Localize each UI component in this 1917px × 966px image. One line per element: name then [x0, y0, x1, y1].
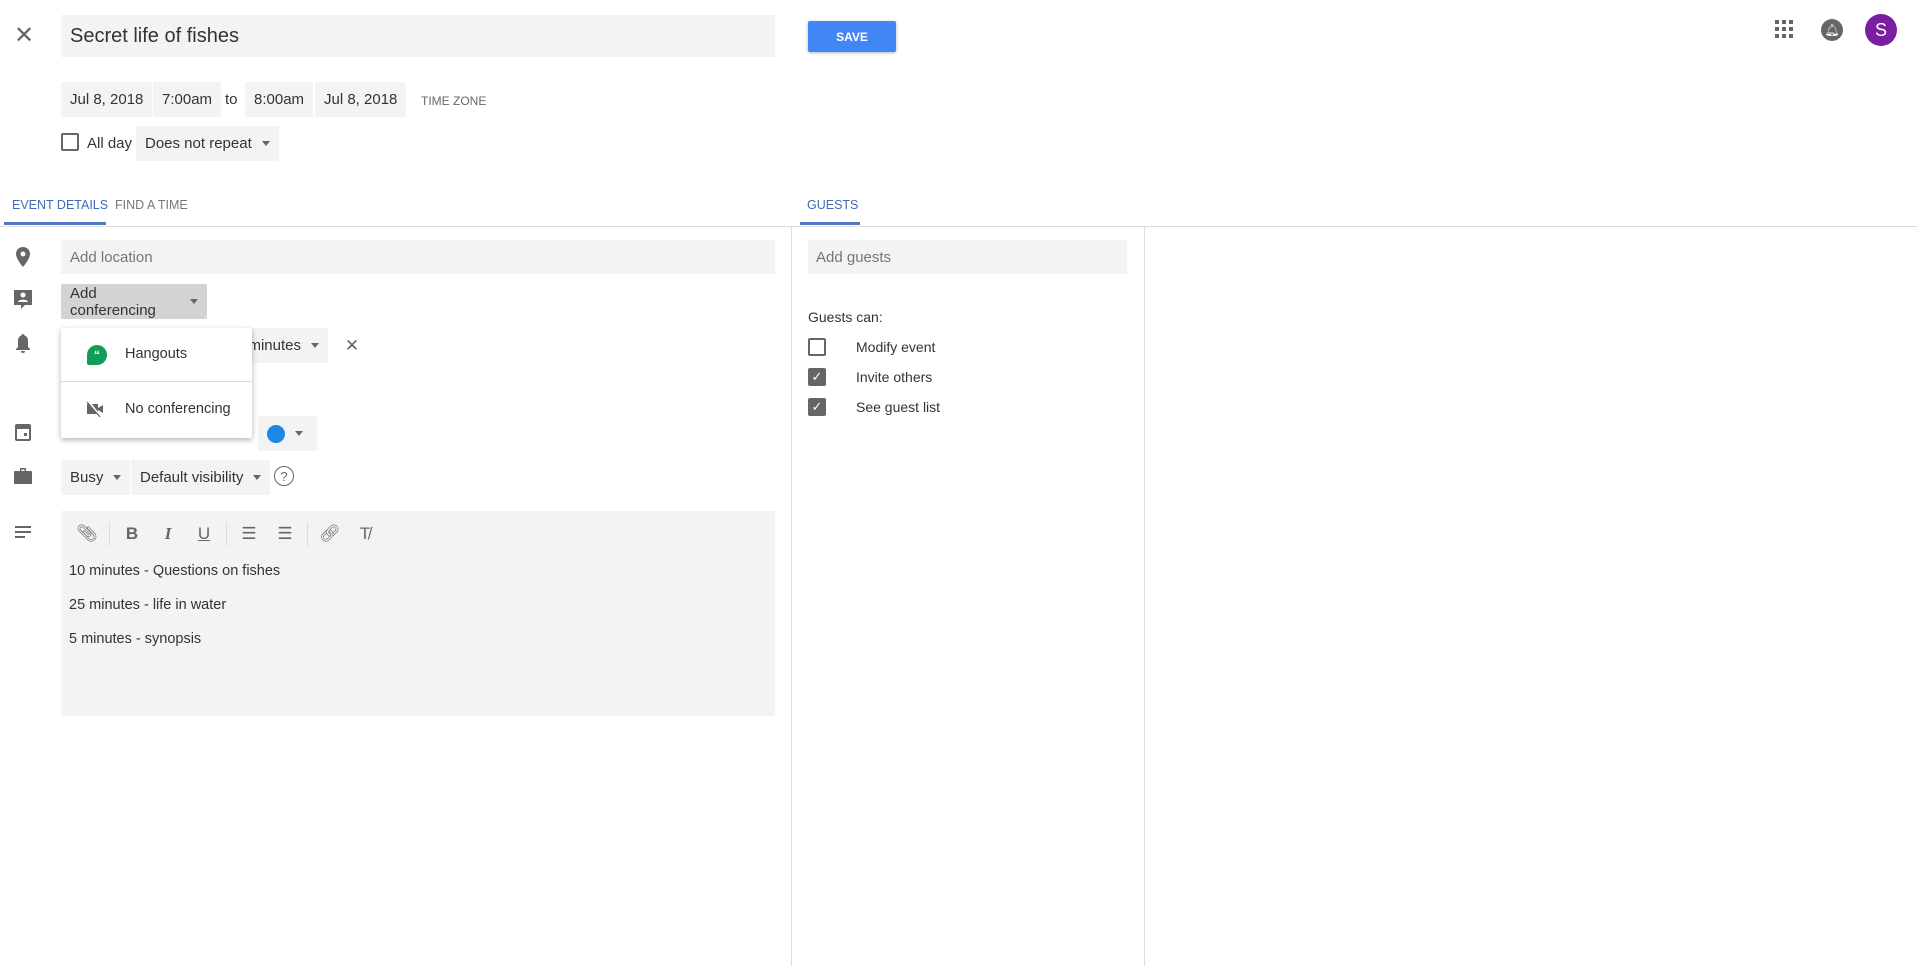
save-button[interactable]: SAVE [808, 21, 896, 52]
repeat-select[interactable]: Does not repeat [136, 126, 279, 161]
repeat-value: Does not repeat [145, 135, 252, 152]
menu-item-no-conferencing[interactable]: No conferencing [61, 382, 252, 438]
chevron-down-icon [261, 141, 270, 146]
toolbar-separator [109, 522, 110, 546]
briefcase-icon [12, 465, 34, 487]
bold-icon[interactable]: B [120, 522, 144, 546]
location-input[interactable] [61, 240, 775, 274]
conferencing-icon [12, 289, 34, 311]
chevron-down-icon [113, 475, 122, 480]
conferencing-menu: “ Hangouts No conferencing [61, 328, 252, 438]
chevron-down-icon [295, 431, 303, 436]
tab-underline [4, 222, 106, 225]
menu-item-hangouts[interactable]: “ Hangouts [61, 328, 252, 381]
toolbar-separator [307, 522, 308, 546]
menu-item-label: No conferencing [125, 401, 231, 417]
menu-item-label: Hangouts [125, 346, 188, 362]
toolbar-separator [226, 522, 227, 546]
invite-others-label: Invite others [856, 369, 933, 385]
avatar[interactable]: S [1865, 14, 1897, 46]
bulleted-list-icon[interactable]: ☰ [273, 522, 297, 546]
chevron-down-icon [253, 475, 262, 480]
videocam-off-icon [85, 399, 105, 419]
column-divider [1144, 226, 1145, 966]
attachment-icon[interactable]: 📎︎ [75, 522, 99, 546]
numbered-list-icon[interactable]: ☰ [237, 522, 261, 546]
calendar-color-select[interactable] [258, 416, 317, 451]
notification-unit-value: minutes [248, 337, 301, 354]
availability-select[interactable]: Busy [61, 460, 131, 495]
tab-find-a-time[interactable]: FIND A TIME [115, 198, 188, 212]
clear-formatting-icon[interactable]: T̸ [353, 522, 377, 546]
all-day-checkbox[interactable] [61, 133, 79, 151]
help-icon[interactable]: ? [274, 466, 294, 486]
tab-event-details[interactable]: EVENT DETAILS [12, 198, 108, 212]
notification-unit-select[interactable]: minutes [240, 328, 328, 363]
description-icon [12, 521, 34, 543]
see-guest-list-checkbox[interactable]: ✓ [808, 398, 826, 416]
location-pin-icon [12, 246, 34, 268]
notifications-bell-icon[interactable]: 🔔︎ [1821, 19, 1843, 41]
notification-bell-icon [12, 333, 34, 355]
event-title-input[interactable] [61, 15, 775, 57]
hangouts-icon: “ [87, 345, 107, 365]
invite-others-checkbox[interactable]: ✓ [808, 368, 826, 386]
description-line: 10 minutes - Questions on fishes [69, 563, 281, 579]
divider [0, 226, 1917, 227]
see-guest-list-label: See guest list [856, 399, 941, 415]
guests-tab-underline [800, 222, 860, 225]
modify-event-checkbox[interactable] [808, 338, 826, 356]
guests-can-label: Guests can: [808, 309, 883, 325]
all-day-label: All day [87, 135, 133, 152]
visibility-value: Default visibility [140, 469, 244, 486]
apps-grid-icon[interactable] [1772, 17, 1796, 41]
underline-icon[interactable]: U [192, 522, 216, 546]
end-date[interactable]: Jul 8, 2018 [315, 82, 407, 117]
modify-event-label: Modify event [856, 339, 936, 355]
end-time[interactable]: 8:00am [245, 82, 314, 117]
add-conferencing-label: Add conferencing [70, 284, 156, 319]
chevron-down-icon [190, 299, 198, 304]
chevron-down-icon [311, 343, 319, 348]
start-date[interactable]: Jul 8, 2018 [61, 82, 153, 117]
time-zone-button[interactable]: TIME ZONE [421, 94, 486, 108]
to-label: to [225, 91, 238, 108]
color-swatch [267, 424, 285, 443]
italic-icon[interactable]: I [156, 522, 180, 546]
description-line: 5 minutes - synopsis [69, 631, 202, 647]
add-guests-input[interactable] [808, 240, 1127, 274]
description-line: 25 minutes - life in water [69, 597, 227, 613]
tab-guests[interactable]: GUESTS [807, 198, 858, 212]
start-time[interactable]: 7:00am [153, 82, 222, 117]
add-conferencing-button[interactable]: Add conferencing [61, 284, 207, 319]
column-divider [791, 226, 792, 966]
link-icon[interactable]: 🔗︎ [318, 522, 342, 546]
availability-value: Busy [70, 469, 104, 486]
visibility-select[interactable]: Default visibility [131, 460, 271, 495]
close-icon[interactable]: ✕ [12, 22, 36, 49]
remove-notification-icon[interactable]: ✕ [341, 335, 363, 357]
calendar-icon [12, 421, 34, 443]
